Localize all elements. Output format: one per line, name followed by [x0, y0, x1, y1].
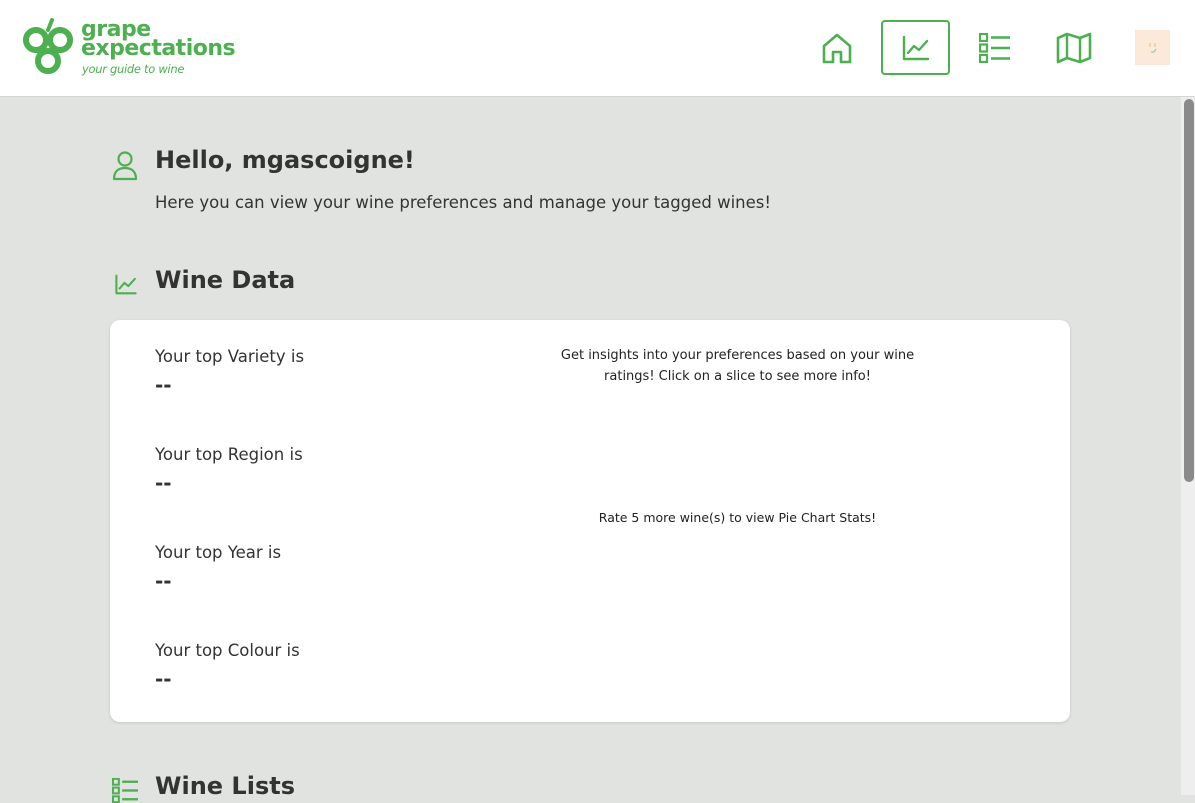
- top-colour-label: Your top Colour is: [155, 641, 300, 660]
- user-avatar[interactable]: [1135, 30, 1170, 65]
- top-variety-label: Your top Variety is: [155, 347, 305, 366]
- smiley-icon: [1148, 42, 1157, 53]
- pie-chart-insight-text: Get insights into your preferences based…: [560, 348, 915, 384]
- brand-name-line2: expectations: [81, 36, 236, 61]
- home-icon: [822, 33, 851, 63]
- top-year-label: Your top Year is: [155, 543, 282, 562]
- chart-line-icon: [902, 35, 929, 60]
- nav-lists-button[interactable]: [960, 20, 1029, 75]
- wine-data-card: Your top Variety is -- Your top Region i…: [110, 320, 1070, 722]
- top-region-value: --: [155, 471, 172, 495]
- top-variety-value: --: [155, 373, 172, 397]
- top-year-value: --: [155, 569, 172, 593]
- wine-lists-heading: Wine Lists: [155, 772, 295, 800]
- wine-data-heading: Wine Data: [155, 266, 296, 294]
- list-icon: [978, 32, 1010, 63]
- greeting-subtitle: Here you can view your wine preferences …: [155, 193, 771, 212]
- top-nav-bar: grape expectations your guide to wine: [0, 0, 1195, 97]
- brand-logo[interactable]: grape expectations your guide to wine: [22, 18, 236, 80]
- brand-tagline: your guide to wine: [82, 62, 185, 76]
- user-icon: [112, 151, 138, 181]
- map-icon: [1056, 32, 1091, 63]
- greeting-title: Hello, mgascoigne!: [155, 146, 415, 174]
- nav-map-button[interactable]: [1039, 20, 1108, 75]
- top-colour-value: --: [155, 667, 172, 691]
- scrollbar-thumb[interactable]: [1184, 99, 1194, 482]
- nav-stats-button[interactable]: [881, 20, 950, 75]
- pie-chart-rate-message: Rate 5 more wine(s) to view Pie Chart St…: [598, 510, 877, 525]
- grape-logo-icon: [23, 18, 73, 74]
- list-icon: [112, 778, 138, 803]
- nav-home-button[interactable]: [802, 20, 871, 75]
- chart-line-icon: [115, 274, 137, 295]
- top-region-label: Your top Region is: [155, 445, 303, 464]
